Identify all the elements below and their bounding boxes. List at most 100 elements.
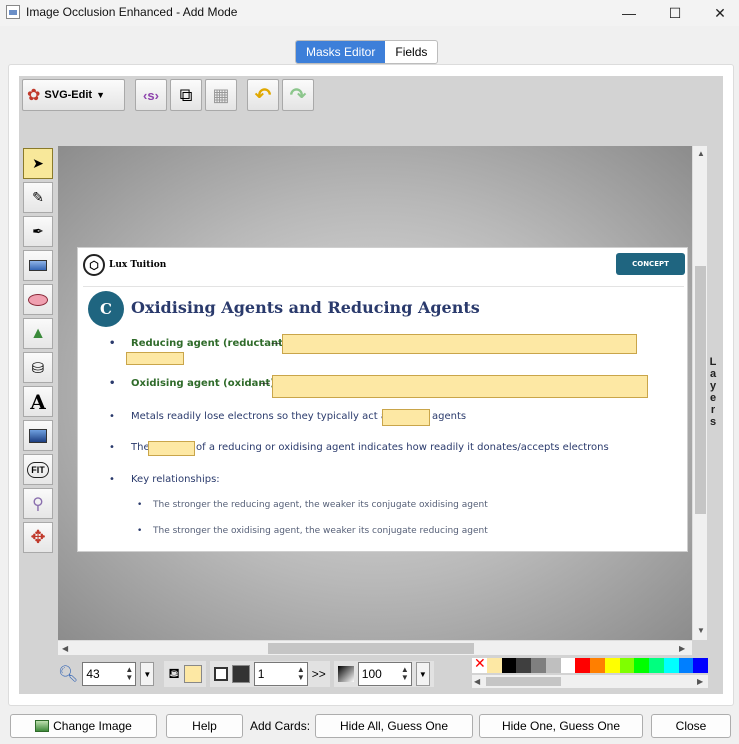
dash-text: — [271,338,281,349]
palette-swatch[interactable] [663,658,679,673]
app-icon [6,5,20,19]
more-options-button[interactable]: >> [312,667,326,681]
image-icon [29,428,47,443]
occlusion-mask[interactable] [148,441,195,456]
eyedropper-tool[interactable]: ⚲ [23,488,53,519]
vertical-scroll-thumb[interactable] [695,266,706,514]
window-title: Image Occlusion Enhanced - Add Mode [26,5,238,19]
clone-button[interactable]: ⧉ [170,79,202,111]
minimize-button[interactable]: — [606,0,652,26]
hide-one-guess-one-button[interactable]: Hide One, Guess One [479,714,643,738]
move-arrows-icon: ✥ [30,527,46,547]
palette-swatch[interactable] [604,658,620,673]
palette-scrollbar[interactable]: ◀ ▶ [472,675,708,688]
caret-down-icon: ▼ [96,90,105,100]
palette-swatch[interactable] [575,658,590,673]
palette-swatch[interactable] [531,658,546,673]
layers-panel-toggle[interactable]: L a y e r s [707,356,719,428]
zoom-dropdown-button[interactable]: ▼ [140,662,155,686]
tab-fields[interactable]: Fields [385,41,437,63]
palette-swatch[interactable] [516,658,531,673]
palette-swatch[interactable] [486,658,502,673]
pen-icon: ✒ [32,223,44,239]
text-icon: A [30,389,46,414]
scroll-left-icon[interactable]: ◀ [474,677,480,686]
pan-tool[interactable]: ✥ [23,522,53,553]
tab-masks-editor[interactable]: Masks Editor [296,41,386,63]
scroll-down-icon[interactable]: ▼ [697,626,705,635]
stroke-width-input[interactable]: 1 ▲ ▼ [253,662,308,686]
palette-swatch[interactable] [590,658,605,673]
no-color-swatch[interactable]: ✕ [472,655,487,673]
ellipse-icon [28,293,48,306]
stroke-group: 1 ▲ ▼ >> [209,661,330,687]
scroll-up-icon[interactable]: ▲ [697,149,705,158]
source-view-button[interactable]: ‹s› [135,79,167,111]
title-bar: Image Occlusion Enhanced - Add Mode — ☐ … [0,0,739,26]
help-button[interactable]: Help [166,714,243,738]
select-tool[interactable]: ➤ [23,148,53,179]
text-tool[interactable]: A [23,386,53,417]
stroke-color-swatch[interactable] [231,665,250,683]
occlusion-image[interactable]: ⬡ Lux Tuition CONCEPT C Oxidising Agents… [77,247,688,552]
palette-swatch[interactable] [619,658,635,673]
tab-bar: Masks Editor Fields [295,40,439,64]
spin-arrows-icon[interactable]: ▲ ▼ [401,666,411,682]
metals-post-text: agents [432,411,467,422]
zoom-input[interactable]: 43 ▲ ▼ [82,662,137,686]
polygon-tool[interactable]: ▲ [23,318,53,349]
hexagon-logo-icon: ⬡ [83,254,105,276]
fill-group: ⛾ [164,661,206,687]
palette-swatch[interactable] [693,658,708,673]
occlusion-mask[interactable] [126,352,184,365]
pencil-tool[interactable]: ✎ [23,182,53,213]
grid-button[interactable]: ▦ [205,79,237,111]
scroll-right-icon[interactable]: ▶ [697,677,703,686]
palette-swatch[interactable] [545,658,561,673]
change-image-button[interactable]: Change Image [10,714,157,738]
dash-text: — [260,378,270,389]
image-tool[interactable] [23,420,53,451]
bullet-metals: • Metals readily lose electrons so they t… [109,411,393,422]
ellipse-tool[interactable] [23,284,53,315]
spin-arrows-icon[interactable]: ▲ ▼ [125,666,135,682]
bullet-oxidising-agent: • Oxidising agent (oxidant) [109,378,275,389]
scroll-right-icon[interactable]: ▶ [679,644,685,653]
shape-library-tool[interactable]: ⛁ [23,352,53,383]
path-tool[interactable]: ✒ [23,216,53,247]
opacity-input[interactable]: 100 ▲ ▼ [357,662,412,686]
canvas-horizontal-scrollbar[interactable]: ◀ ▶ [58,640,692,655]
palette-swatch[interactable] [560,658,576,673]
zoom-fit-tool[interactable]: FIT [23,454,53,485]
opacity-dropdown-button[interactable]: ▼ [415,662,430,686]
left-toolbar: ➤ ✎ ✒ ▲ ⛁ A FIT ⚲ ✥ [23,148,54,553]
occlusion-mask[interactable] [382,409,430,426]
logo-text: Lux Tuition [109,260,167,270]
rectangle-tool[interactable] [23,250,53,281]
redo-button[interactable]: ↷ [282,79,314,111]
palette-swatch[interactable] [649,658,664,673]
scroll-left-icon[interactable]: ◀ [62,644,68,653]
polygon-icon: ▲ [30,324,46,342]
palette-swatch[interactable] [634,658,649,673]
palette-scroll-thumb[interactable] [486,677,561,686]
bullet-reducing-agent: • Reducing agent (reductant) [109,338,288,349]
close-button[interactable]: Close [651,714,731,738]
concept-label: CONCEPT [616,253,685,275]
spin-arrows-icon[interactable]: ▲ ▼ [297,666,307,682]
palette-swatch[interactable] [678,658,694,673]
palette-swatch[interactable] [501,658,517,673]
undo-button[interactable]: ↶ [247,79,279,111]
hide-all-guess-one-button[interactable]: Hide All, Guess One [315,714,473,738]
horizontal-scroll-thumb[interactable] [268,643,474,654]
fill-color-swatch[interactable] [183,665,202,683]
occlusion-mask[interactable] [272,375,648,398]
canvas-vertical-scrollbar[interactable]: ▲ ▼ [692,146,707,640]
close-window-button[interactable]: ✕ [697,0,739,26]
svgedit-menu-button[interactable]: ✿ SVG-Edit ▼ [22,79,125,111]
zoom-icon: 🔍︎ [58,666,79,683]
svgedit-logo-icon: ✿ [27,87,41,104]
occlusion-mask[interactable] [282,334,637,354]
fit-icon: FIT [27,461,49,478]
maximize-button[interactable]: ☐ [652,0,698,26]
